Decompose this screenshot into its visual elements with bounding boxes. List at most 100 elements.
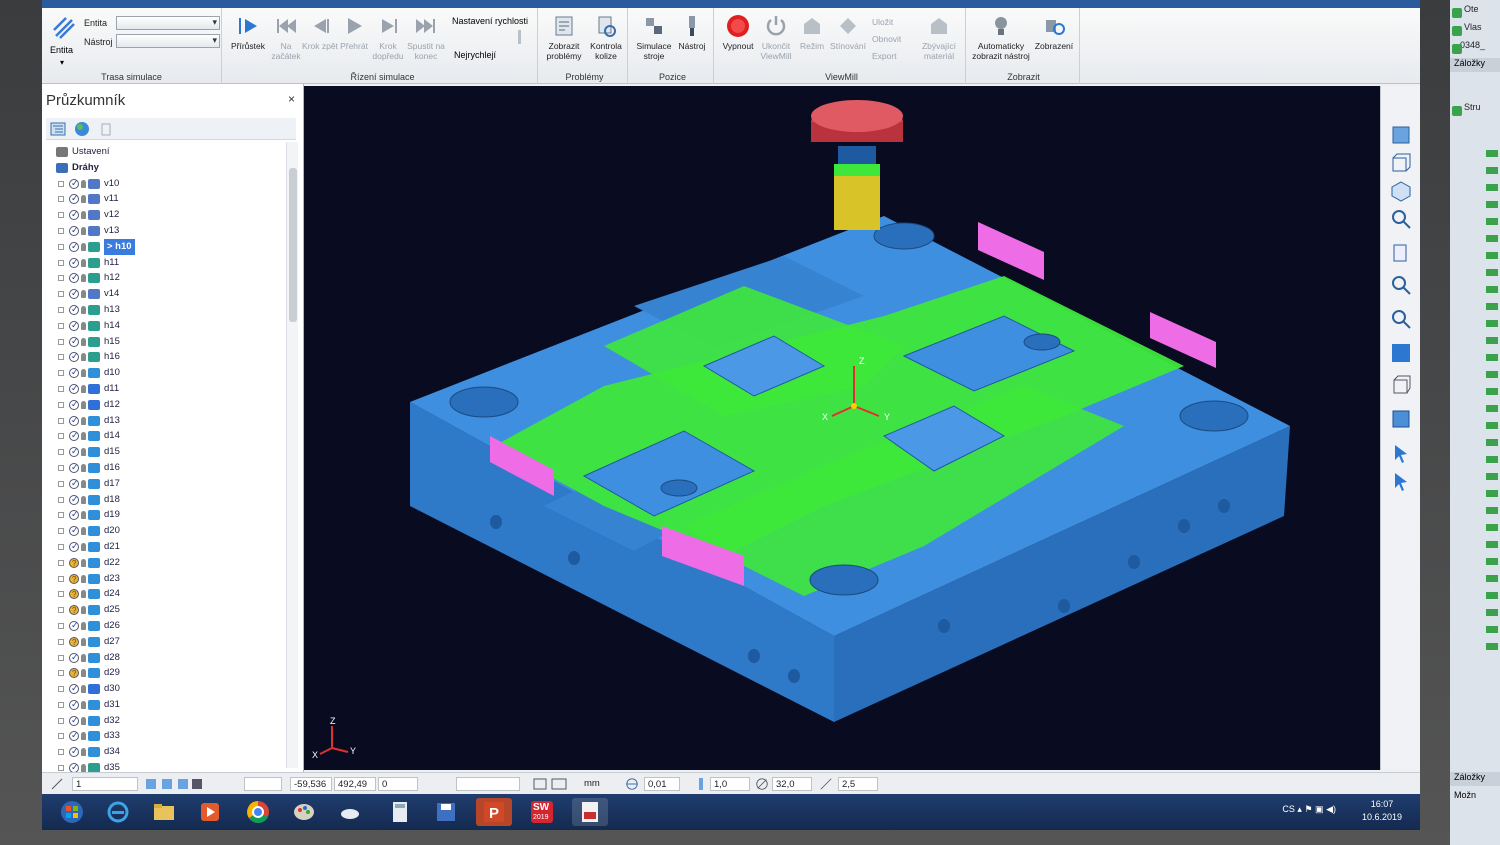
lightbulb-icon[interactable] — [81, 321, 86, 330]
expand-toggle[interactable] — [58, 212, 64, 219]
tree-item-d35[interactable]: d35 — [48, 760, 286, 772]
expand-toggle[interactable] — [58, 338, 64, 345]
taskbar-calc[interactable] — [382, 798, 418, 826]
ulozit-button[interactable]: Uložit — [872, 14, 901, 31]
zobrazit-problemy-button[interactable]: Zobrazit problémy — [544, 14, 584, 61]
entita-select[interactable] — [116, 16, 220, 30]
language-indicator[interactable]: CS — [1282, 804, 1295, 814]
obnovit-button[interactable]: Obnovit — [872, 31, 901, 48]
lightbulb-icon[interactable] — [81, 669, 86, 678]
workplane-field[interactable] — [456, 777, 520, 791]
layer-select[interactable]: 1 — [72, 777, 138, 791]
network-icon[interactable]: ▣ — [1315, 804, 1324, 814]
spustit-na-konec-button[interactable]: Spustit na konec — [404, 14, 448, 61]
lightbulb-icon[interactable] — [81, 337, 86, 346]
lightbulb-icon[interactable] — [81, 479, 86, 488]
tree-item-d16[interactable]: d16 — [48, 460, 286, 476]
lightbulb-icon[interactable] — [81, 463, 86, 472]
taskbar-save[interactable] — [428, 798, 464, 826]
tree-item-d21[interactable]: d21 — [48, 539, 286, 555]
expand-toggle[interactable] — [58, 322, 64, 329]
lightbulb-icon[interactable] — [81, 384, 86, 393]
expand-toggle[interactable] — [58, 480, 64, 487]
expand-toggle[interactable] — [58, 670, 64, 677]
wireframe-icon[interactable] — [1390, 374, 1412, 396]
lightbulb-icon[interactable] — [81, 716, 86, 725]
expand-toggle[interactable] — [58, 749, 64, 756]
tree-item-d30[interactable]: d30 — [48, 681, 286, 697]
zoom-box-icon[interactable] — [1390, 274, 1412, 296]
snap-tools-icon[interactable] — [144, 777, 204, 791]
lightbulb-icon[interactable] — [81, 305, 86, 314]
tree-item-d29[interactable]: d29 — [48, 665, 286, 682]
value-2[interactable]: 32,0 — [772, 777, 812, 791]
tree-item-d14[interactable]: d14 — [48, 428, 286, 444]
lightbulb-icon[interactable] — [81, 179, 86, 188]
nastroj-select[interactable] — [116, 34, 220, 48]
flag-icon[interactable]: ⚑ — [1304, 804, 1312, 814]
start-button[interactable] — [54, 798, 90, 826]
lightbulb-icon[interactable] — [81, 590, 86, 599]
expand-toggle[interactable] — [58, 243, 64, 250]
tree-item-d18[interactable]: d18 — [48, 492, 286, 507]
tree-item-v10[interactable]: v10 — [48, 176, 286, 191]
tree-item-h13[interactable]: h13 — [48, 302, 286, 318]
tree-item-d11[interactable]: d11 — [48, 381, 286, 397]
lightbulb-icon[interactable] — [81, 558, 86, 567]
view-top-icon[interactable] — [1390, 124, 1412, 146]
nastroj-button[interactable]: Nástroj — [672, 14, 712, 51]
ukoncit-viewmill-button[interactable]: Ukončit ViewMill — [756, 14, 796, 61]
expand-toggle[interactable] — [58, 543, 64, 550]
tree-item-d15[interactable]: d15 — [48, 444, 286, 460]
expand-toggle[interactable] — [58, 354, 64, 361]
tree-item-h16[interactable]: h16 — [48, 349, 286, 365]
lightbulb-icon[interactable] — [81, 226, 86, 235]
tree-item-d24[interactable]: d24 — [48, 586, 286, 603]
expand-toggle[interactable] — [58, 638, 64, 645]
graphics-viewport[interactable]: × — [304, 86, 1410, 770]
tree-item-d22[interactable]: d22 — [48, 555, 286, 572]
tree-item-d26[interactable]: d26 — [48, 618, 286, 634]
tree-item-d27[interactable]: d27 — [48, 634, 286, 651]
lightbulb-icon[interactable] — [81, 495, 86, 504]
expand-toggle[interactable] — [58, 512, 64, 519]
shaded-wire-icon[interactable] — [1390, 408, 1412, 430]
lightbulb-icon[interactable] — [81, 764, 86, 772]
lightbulb-icon[interactable] — [81, 606, 86, 615]
refresh-icon[interactable] — [1390, 242, 1412, 264]
tree-item-d10[interactable]: d10 — [48, 365, 286, 381]
expand-toggle[interactable] — [58, 291, 64, 298]
explorer-scrollbar[interactable] — [286, 142, 298, 768]
tree-item-h14[interactable]: h14 — [48, 318, 286, 334]
tree-item-h15[interactable]: h15 — [48, 334, 286, 349]
lightbulb-icon[interactable] — [81, 353, 86, 362]
zoom-out-icon[interactable] — [1390, 308, 1412, 330]
delete-icon[interactable] — [98, 121, 114, 137]
zobrazeni-button[interactable]: Zobrazení — [1034, 14, 1074, 51]
rezim-button[interactable]: Režim — [792, 14, 832, 51]
scroll-thumb[interactable] — [289, 168, 297, 322]
value-3[interactable]: 2,5 — [838, 777, 878, 791]
taskbar-chrome[interactable] — [240, 798, 276, 826]
taskbar-paint[interactable] — [286, 798, 322, 826]
expand-toggle[interactable] — [58, 654, 64, 661]
expand-toggle[interactable] — [58, 306, 64, 313]
vypnout-button[interactable]: Vypnout — [718, 14, 758, 51]
tree-item-v11[interactable]: v11 — [48, 191, 286, 207]
lightbulb-icon[interactable] — [81, 290, 86, 299]
expand-toggle[interactable] — [58, 464, 64, 471]
expand-toggle[interactable] — [58, 417, 64, 424]
expand-toggle[interactable] — [58, 196, 64, 203]
lightbulb-icon[interactable] — [81, 527, 86, 536]
taskbar-pdf[interactable] — [572, 798, 608, 826]
lightbulb-icon[interactable] — [81, 400, 86, 409]
expand-toggle[interactable] — [58, 370, 64, 377]
select-icon[interactable] — [1390, 442, 1412, 464]
tree-view-icon[interactable] — [50, 121, 66, 137]
tree-item-d19[interactable]: d19 — [48, 507, 286, 523]
taskbar-solidworks[interactable]: SW 2019 — [524, 798, 560, 826]
stinovani-button[interactable]: Stínování — [828, 14, 868, 51]
lightbulb-icon[interactable] — [81, 637, 86, 646]
expand-toggle[interactable] — [58, 765, 64, 772]
zoom-icon[interactable] — [1390, 208, 1412, 230]
